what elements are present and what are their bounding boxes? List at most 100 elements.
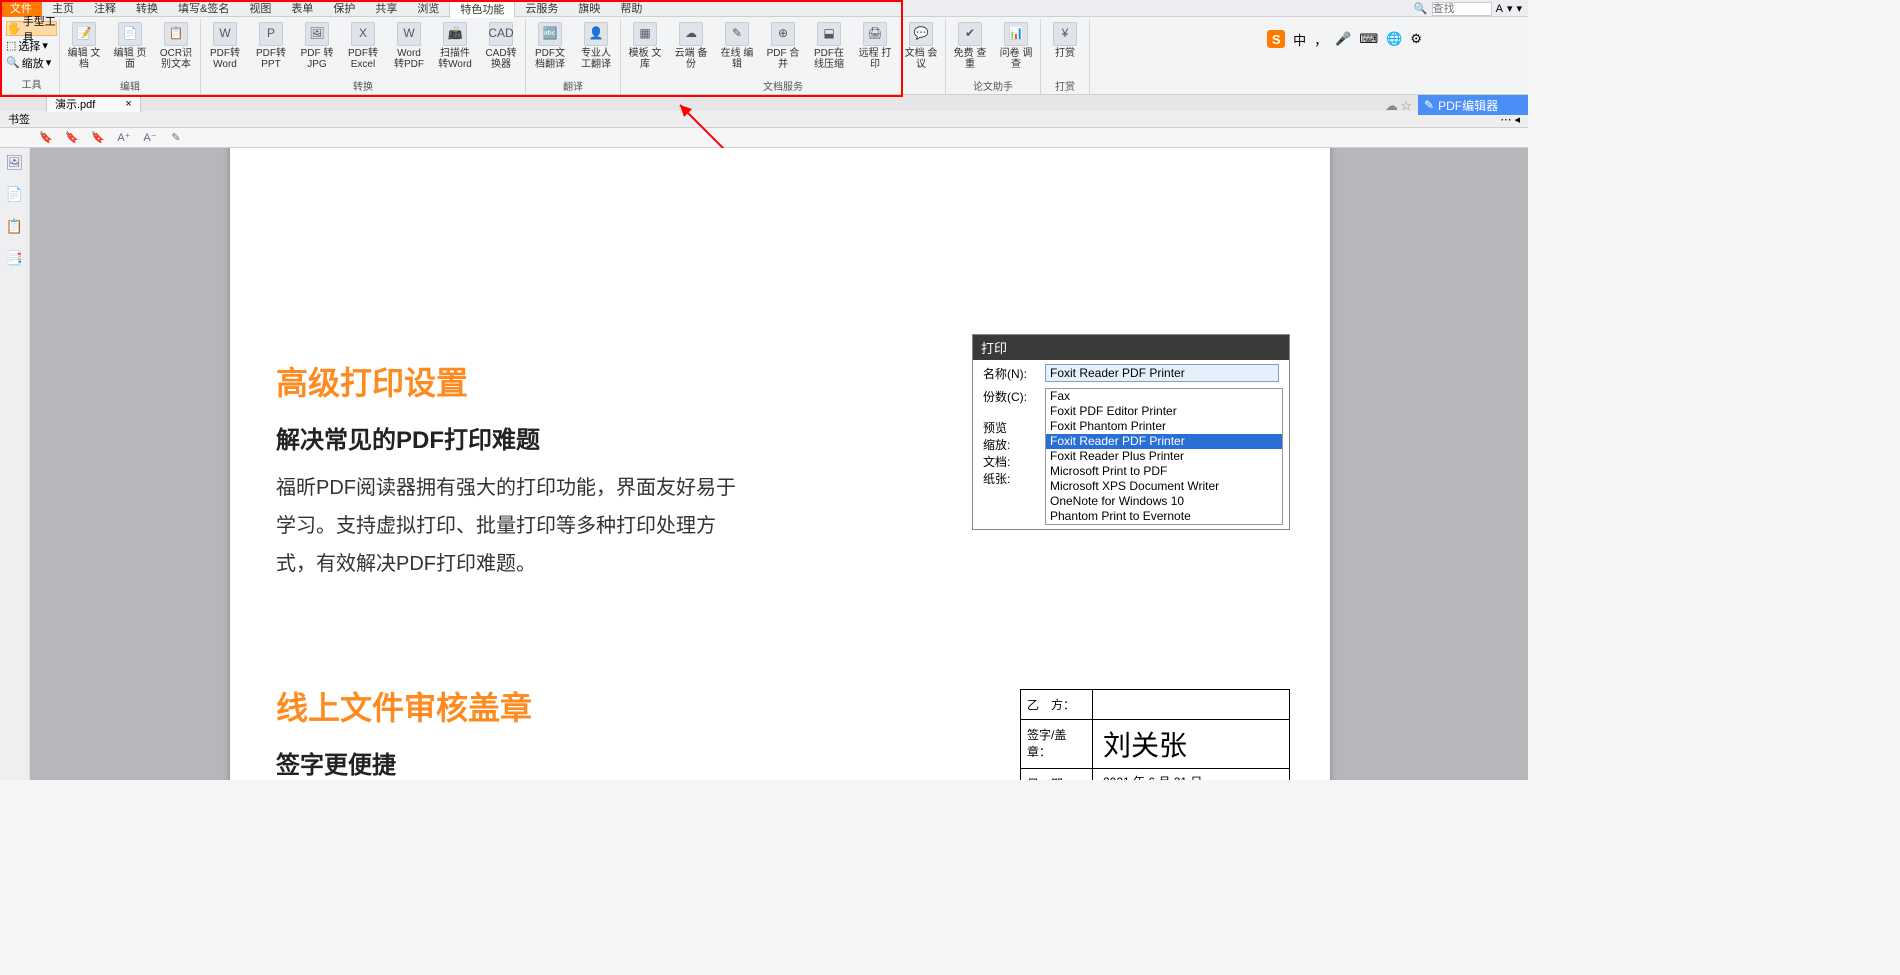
group-label-edit: 编辑 xyxy=(120,78,140,94)
ime-keyboard-icon[interactable]: ⌨ xyxy=(1359,31,1378,47)
edit-doc-button[interactable]: 📝编辑 文档 xyxy=(66,22,102,70)
bookmarks-title: 书签 xyxy=(8,111,30,127)
group-label-thesis: 论文助手 xyxy=(973,78,1013,94)
font-decrease-button[interactable]: A⁻ xyxy=(142,130,158,146)
search-input[interactable] xyxy=(1432,2,1492,16)
date-value: 2021 年 6 月 21 日 xyxy=(1093,769,1289,780)
pdf-compress-button[interactable]: ⬓PDF在 线压缩 xyxy=(811,22,847,70)
preview-label: 预览 xyxy=(983,419,1035,436)
ime-punct-icon[interactable]: ， xyxy=(1314,30,1327,49)
bookmarks-header: 书签 ⋯ ◂ xyxy=(0,111,1528,128)
tab-form[interactable]: 表单 xyxy=(281,0,323,17)
search-area: 🔍 A ▾ ▾ xyxy=(1414,0,1528,17)
bm-tool-1[interactable]: 🔖 xyxy=(38,130,54,146)
pdf-to-jpg-button[interactable]: 🖼PDF 转JPG xyxy=(299,22,335,70)
tab-qiying[interactable]: 旗映 xyxy=(568,0,610,17)
reward-button[interactable]: ¥打赏 xyxy=(1047,22,1083,59)
search-more-icon[interactable]: ▾ xyxy=(1516,2,1522,15)
signature-illustration: 乙 方： 签字/盖章：刘关张 日 期：2021 年 6 月 21 日 xyxy=(1020,689,1290,780)
word-to-pdf-button[interactable]: WWord 转PDF xyxy=(391,22,427,70)
ime-globe-icon[interactable]: 🌐 xyxy=(1386,31,1402,47)
tab-cloud[interactable]: 云服务 xyxy=(515,0,568,17)
cloud-icon[interactable]: ☁ xyxy=(1385,98,1398,114)
bookmarks-collapse-icon[interactable]: ◂ xyxy=(1514,114,1520,126)
bm-tool-2[interactable]: 🔖 xyxy=(64,130,80,146)
doc-meeting-button[interactable]: 💬文档 会议 xyxy=(903,22,939,70)
sogou-icon[interactable]: S xyxy=(1267,30,1285,48)
copies-label: 份数(C): xyxy=(983,388,1035,405)
pencil-icon: ✎ xyxy=(1424,98,1434,112)
bookmarks-menu-icon[interactable]: ⋯ xyxy=(1500,114,1511,126)
printer-opt-4: Foxit Reader Plus Printer xyxy=(1046,449,1282,464)
cloud-backup-button[interactable]: ☁云端 备份 xyxy=(673,22,709,70)
pdf-to-ppt-button[interactable]: PPDF转 PPT xyxy=(253,22,289,70)
tab-share[interactable]: 共享 xyxy=(365,0,407,17)
scale-label: 缩放: xyxy=(983,436,1035,453)
survey-button[interactable]: 📊问卷 调查 xyxy=(998,22,1034,70)
tab-browse[interactable]: 浏览 xyxy=(407,0,449,17)
tab-help[interactable]: 帮助 xyxy=(610,0,652,17)
tab-annotate[interactable]: 注释 xyxy=(84,0,126,17)
printer-opt-8: Phantom Print to Evernote xyxy=(1046,509,1282,524)
group-label-tools: 工具 xyxy=(6,76,57,91)
zoom-tool-button[interactable]: 🔍 缩放 ▾ xyxy=(6,55,57,70)
printer-opt-1: Foxit PDF Editor Printer xyxy=(1046,404,1282,419)
date-label: 日 期： xyxy=(1021,769,1093,780)
ocr-button[interactable]: 📋OCR识 别文本 xyxy=(158,22,194,70)
online-edit-button[interactable]: ✎在线 编辑 xyxy=(719,22,755,70)
hand-tool-button[interactable]: 🖐 手型工具 xyxy=(6,21,57,36)
left-rail: 🖼 📄 📋 📑 xyxy=(0,148,30,780)
party-label: 乙 方： xyxy=(1021,690,1093,719)
ribbon-group-convert: WPDF转 Word PPDF转 PPT 🖼PDF 转JPG XPDF转 Exc… xyxy=(201,19,526,94)
free-check-button[interactable]: ✔免费 查重 xyxy=(952,22,988,70)
scan-to-word-button[interactable]: 📠扫描件 转Word xyxy=(437,22,473,70)
search-chevron-icon[interactable]: ▾ xyxy=(1507,2,1513,15)
rail-page-icon[interactable]: 📄 xyxy=(6,186,24,204)
paragraph-print: 福昕PDF阅读器拥有强大的打印功能，界面友好易于学习。支持虚拟打印、批量打印等多… xyxy=(276,469,746,583)
font-increase-button[interactable]: A⁺ xyxy=(116,130,132,146)
pdf-to-word-button[interactable]: WPDF转 Word xyxy=(207,22,243,70)
tab-fill-sign[interactable]: 填写&签名 xyxy=(168,0,239,17)
pro-translate-button[interactable]: 👤专业人 工翻译 xyxy=(578,22,614,70)
pdf-editor-button[interactable]: ✎ PDF编辑器 xyxy=(1418,95,1528,115)
select-tool-button[interactable]: ⬚ 选择 ▾ xyxy=(6,38,57,53)
document-tab[interactable]: 演示.pdf × xyxy=(46,95,141,112)
tab-view[interactable]: 视图 xyxy=(239,0,281,17)
ribbon-group-edit: 📝编辑 文档 📄编辑 页面 📋OCR识 别文本 编辑 xyxy=(60,19,201,94)
template-lib-button[interactable]: ▦模板 文库 xyxy=(627,22,663,70)
content-area: 高级打印设置 解决常见的PDF打印难题 福昕PDF阅读器拥有强大的打印功能，界面… xyxy=(30,148,1528,780)
cad-convert-button[interactable]: CADCAD转 换器 xyxy=(483,22,519,70)
pdf-editor-label: PDF编辑器 xyxy=(1438,97,1498,114)
search-icon[interactable]: 🔍 xyxy=(1414,2,1428,15)
ribbon-group-thesis: ✔免费 查重 📊问卷 调查 论文助手 xyxy=(946,19,1041,94)
bm-tool-3[interactable]: 🔖 xyxy=(90,130,106,146)
ime-settings-icon[interactable]: ⚙ xyxy=(1410,31,1422,47)
ribbon-group-translate: 🔤PDF文 档翻译 👤专业人 工翻译 翻译 xyxy=(526,19,621,94)
rail-layers-icon[interactable]: 📑 xyxy=(6,250,24,268)
print-dialog-illustration: 打印 名称(N): Foxit Reader PDF Printer 份数(C)… xyxy=(972,334,1290,530)
pdf-to-excel-button[interactable]: XPDF转 Excel xyxy=(345,22,381,70)
pdf-translate-button[interactable]: 🔤PDF文 档翻译 xyxy=(532,22,568,70)
bookmarks-toolbar: 🔖 🔖 🔖 A⁺ A⁻ ✎ xyxy=(0,128,1528,148)
star-icon[interactable]: ☆ xyxy=(1400,98,1412,114)
pdf-merge-button[interactable]: ⊕PDF 合并 xyxy=(765,22,801,70)
edit-page-button[interactable]: 📄编辑 页面 xyxy=(112,22,148,70)
remote-print-button[interactable]: 🖨远程 打印 xyxy=(857,22,893,70)
printer-opt-0: Fax xyxy=(1046,389,1282,404)
sign-value: 刘关张 xyxy=(1093,720,1289,768)
pdf-page: 高级打印设置 解决常见的PDF打印难题 福昕PDF阅读器拥有强大的打印功能，界面… xyxy=(230,148,1330,780)
tab-protect[interactable]: 保护 xyxy=(323,0,365,17)
ime-mic-icon[interactable]: 🎤 xyxy=(1335,31,1351,47)
printer-opt-3: Foxit Reader PDF Printer xyxy=(1046,434,1282,449)
close-tab-icon[interactable]: × xyxy=(125,98,131,110)
search-letter[interactable]: A xyxy=(1496,3,1503,15)
printer-opt-7: OneNote for Windows 10 xyxy=(1046,494,1282,509)
rail-clipboard-icon[interactable]: 📋 xyxy=(6,218,24,236)
bm-edit-button[interactable]: ✎ xyxy=(168,130,184,146)
rail-thumbnails-icon[interactable]: 🖼 xyxy=(6,154,24,172)
printer-name-label: 名称(N): xyxy=(983,365,1039,382)
tab-convert[interactable]: 转换 xyxy=(126,0,168,17)
document-tab-label: 演示.pdf xyxy=(55,96,95,112)
ime-lang[interactable]: 中 xyxy=(1293,30,1306,49)
tab-features[interactable]: 特色功能 xyxy=(449,0,515,18)
